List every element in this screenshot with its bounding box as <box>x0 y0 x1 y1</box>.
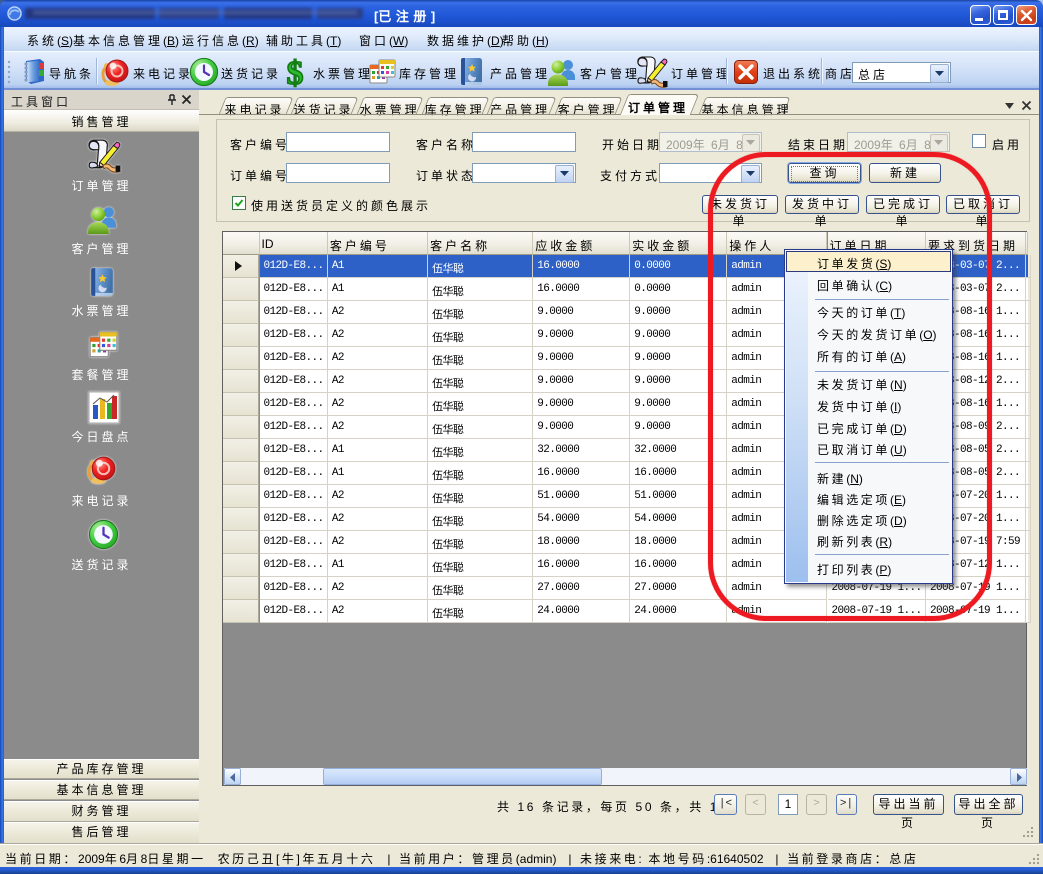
svg-text:$: $ <box>287 55 304 89</box>
